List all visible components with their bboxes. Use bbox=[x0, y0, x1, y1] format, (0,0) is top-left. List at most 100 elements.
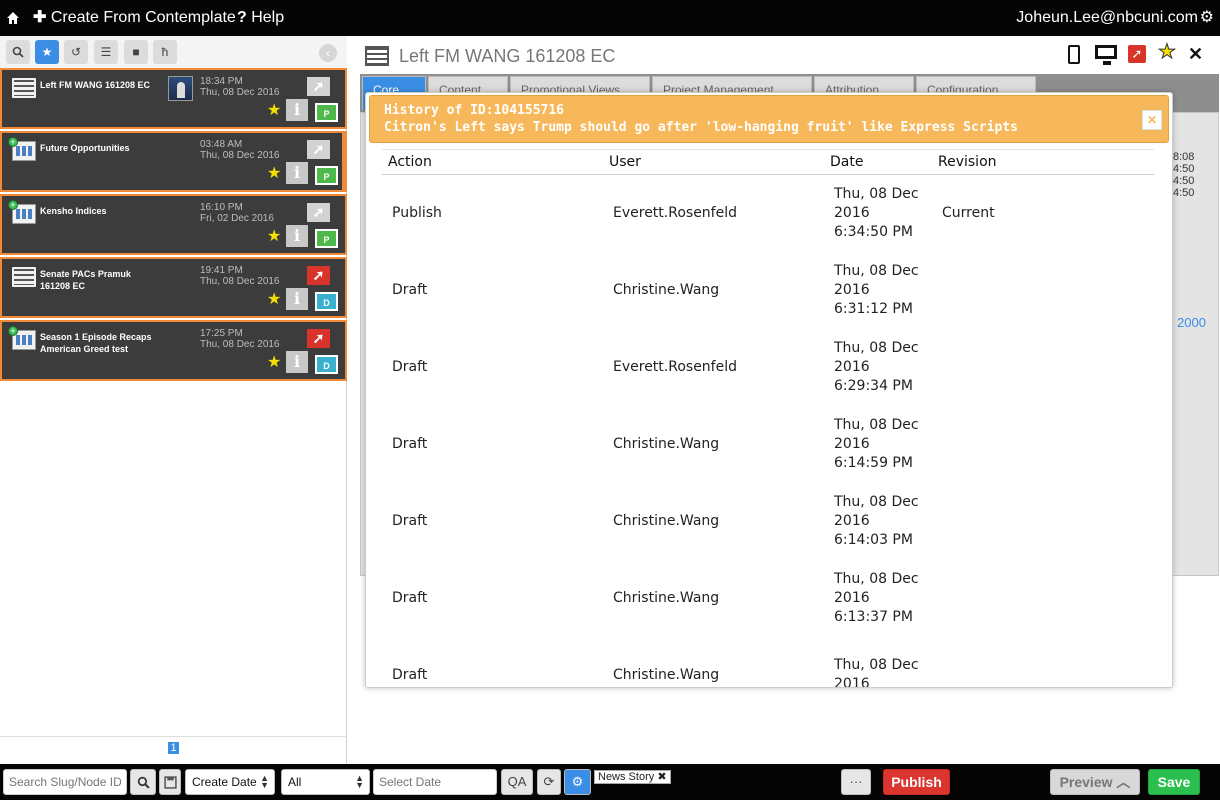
row-action: Draft bbox=[392, 667, 428, 683]
preview-label: Preview bbox=[1059, 774, 1113, 790]
filter-tag[interactable]: News Story ✖ bbox=[594, 770, 671, 784]
date-line: Thu, 08 Dec bbox=[834, 416, 919, 433]
favorite-star-icon[interactable]: ★ bbox=[267, 102, 281, 120]
bottom-toolbar: Create Date ▲▼ All ▲▼ QA ⟳ ⚙ News Story … bbox=[0, 764, 1220, 800]
date-line: Thu, 08 Dec bbox=[834, 493, 919, 510]
left-panel-tabs: ★ ↺ ☰ ■ ħ ‹ bbox=[0, 36, 347, 68]
info-icon[interactable]: i bbox=[286, 351, 308, 373]
row-user: Christine.Wang bbox=[613, 282, 720, 298]
filter-settings-button[interactable]: ⚙ bbox=[564, 769, 591, 795]
video-icon[interactable]: ■ bbox=[124, 40, 148, 64]
info-icon[interactable]: i bbox=[286, 162, 308, 184]
filter-select[interactable]: All ▲ ▼ bbox=[281, 769, 370, 795]
list-item[interactable]: Senate PACs Pramuk 161208 EC 19:41 PM Th… bbox=[0, 257, 347, 318]
history-table: Action User Date Revision Publish Everet… bbox=[382, 149, 1154, 688]
page-title: Left FM WANG 161208 EC bbox=[399, 46, 616, 66]
list-icon[interactable]: ☰ bbox=[94, 40, 118, 64]
open-external-icon[interactable]: ➚ bbox=[307, 77, 330, 96]
info-icon[interactable]: i bbox=[286, 99, 308, 121]
gear-icon[interactable]: ⚙ bbox=[1200, 0, 1214, 36]
date-line: Thu, 08 Dec bbox=[834, 262, 919, 279]
background-link[interactable]: 2000 bbox=[1177, 315, 1206, 330]
row-date: Thu, 08 Dec 2016 6:14:03 PM bbox=[824, 483, 932, 560]
history-icon[interactable]: ↺ bbox=[64, 40, 88, 64]
create-label: Create From Contemplate bbox=[50, 9, 236, 26]
select-arrows-icon: ▲ ▼ bbox=[260, 773, 269, 790]
row-user: Christine.Wang bbox=[613, 513, 720, 529]
list-item[interactable]: Left FM WANG 161208 EC 18:34 PM Thu, 08 … bbox=[0, 68, 347, 129]
date-line: Thu, 08 Dec bbox=[834, 185, 919, 202]
save-button[interactable]: Save bbox=[1148, 769, 1200, 795]
row-date: Thu, 08 Dec 2016 6:31:12 PM bbox=[824, 252, 932, 329]
search-icon bbox=[137, 776, 150, 789]
qa-button[interactable]: QA bbox=[501, 769, 533, 795]
favorite-star-icon[interactable]: ★ bbox=[1158, 42, 1177, 63]
mobile-preview-icon[interactable] bbox=[1068, 45, 1080, 64]
collapse-panel-icon[interactable]: ‹ bbox=[319, 44, 337, 62]
save-search-button[interactable] bbox=[159, 769, 181, 795]
story-icon bbox=[12, 78, 36, 98]
row-date: Thu, 08 Dec 2016 6:13:37 PM bbox=[824, 560, 932, 637]
card-date: Thu, 08 Dec 2016 bbox=[200, 150, 280, 161]
remove-tag-icon[interactable]: ✖ bbox=[657, 771, 666, 783]
open-external-icon[interactable]: ➚ bbox=[307, 266, 330, 285]
date-line: 6:29:34 PM bbox=[834, 377, 913, 394]
close-icon[interactable]: ✕ bbox=[1188, 44, 1203, 64]
more-options-button[interactable]: ··· bbox=[841, 769, 871, 795]
pagination: 1 bbox=[0, 736, 347, 760]
help-button[interactable]: ? Help bbox=[237, 0, 284, 36]
info-icon[interactable]: i bbox=[286, 225, 308, 247]
list-item[interactable]: + Season 1 Episode Recaps American Greed… bbox=[0, 320, 347, 381]
list-item[interactable]: + Kensho Indices 16:10 PM Fri, 02 Dec 20… bbox=[0, 194, 347, 255]
date-line: 2016 bbox=[834, 512, 870, 529]
left-panel: ★ ↺ ☰ ■ ħ ‹ Left FM WANG 161208 EC 18:34… bbox=[0, 36, 347, 764]
card-title: Future Opportunities bbox=[40, 143, 130, 153]
row-action: Draft bbox=[392, 513, 428, 529]
open-external-icon[interactable]: ➚ bbox=[307, 140, 330, 159]
new-badge-icon: + bbox=[8, 326, 18, 336]
sort-select[interactable]: Create Date ▲ ▼ bbox=[185, 769, 275, 795]
card-time: 18:34 PM bbox=[200, 76, 243, 87]
publish-button[interactable]: Publish bbox=[883, 769, 950, 795]
row-action: Publish bbox=[392, 205, 442, 222]
modal-headline: Citron's Left says Trump should go after… bbox=[384, 120, 1018, 135]
date-line: 2016 bbox=[834, 676, 870, 688]
open-external-icon[interactable]: ➚ bbox=[1128, 45, 1146, 63]
open-external-icon[interactable]: ➚ bbox=[307, 329, 330, 348]
user-email[interactable]: Joheun.Lee@nbcuni.com bbox=[1016, 0, 1198, 36]
table-row: Publish Everett.Rosenfeld Thu, 08 Dec 201… bbox=[382, 175, 1154, 252]
qa-label: QA bbox=[507, 774, 527, 789]
page-number[interactable]: 1 bbox=[168, 742, 179, 754]
modal-header: History of ID:104155716 Citron's Left sa… bbox=[369, 95, 1169, 143]
row-action: Draft bbox=[392, 590, 428, 606]
filter-value: All bbox=[288, 775, 302, 789]
date-line: 6:14:59 PM bbox=[834, 454, 913, 471]
date-input[interactable] bbox=[373, 769, 497, 795]
chevron-up-icon: ︿ bbox=[1116, 774, 1131, 790]
favorite-star-icon[interactable]: ★ bbox=[267, 291, 281, 309]
favorite-star-icon[interactable]: ★ bbox=[267, 228, 281, 246]
search-button[interactable] bbox=[130, 769, 156, 795]
refresh-icon: ⟳ bbox=[543, 774, 555, 789]
card-title: Senate PACs Pramuk 161208 EC bbox=[40, 269, 131, 291]
star-icon[interactable]: ★ bbox=[35, 40, 59, 64]
create-from-contemplate-button[interactable]: ✚ Create From Contemplate bbox=[33, 0, 236, 36]
desktop-preview-icon[interactable] bbox=[1095, 45, 1117, 65]
close-icon[interactable]: ✕ bbox=[1142, 110, 1162, 130]
refresh-button[interactable]: ⟳ bbox=[537, 769, 561, 795]
card-title: Left FM WANG 161208 EC bbox=[40, 80, 151, 90]
list-item[interactable]: + Future Opportunities 03:48 AM Thu, 08 … bbox=[0, 131, 347, 192]
preview-button[interactable]: Preview ︿ bbox=[1050, 769, 1140, 795]
status-badge: P bbox=[315, 166, 338, 185]
favorite-star-icon[interactable]: ★ bbox=[267, 165, 281, 183]
graph-icon[interactable]: ħ bbox=[153, 40, 177, 64]
timestamp: 4:50 bbox=[1173, 163, 1195, 175]
column-header-user: User bbox=[603, 149, 824, 175]
row-date: Thu, 08 Dec 2016 6:14:59 PM bbox=[824, 406, 932, 483]
open-external-icon[interactable]: ➚ bbox=[307, 203, 330, 222]
search-icon[interactable] bbox=[6, 40, 30, 64]
search-input[interactable] bbox=[3, 769, 127, 795]
home-button[interactable] bbox=[6, 0, 22, 36]
info-icon[interactable]: i bbox=[286, 288, 308, 310]
favorite-star-icon[interactable]: ★ bbox=[267, 354, 281, 372]
